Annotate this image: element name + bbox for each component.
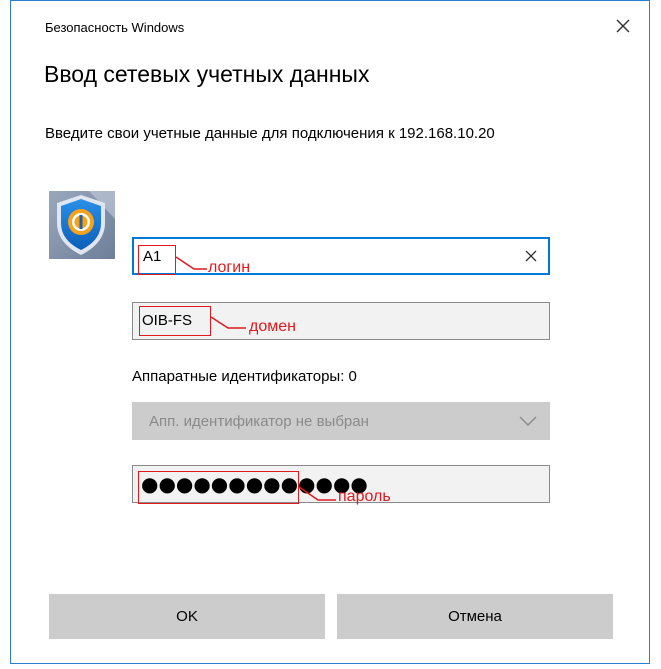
- hardware-ids-label: Аппаратные идентификаторы: 0: [132, 368, 357, 385]
- chevron-down-icon: [519, 416, 537, 426]
- hardware-id-select-value: Апп. идентификатор не выбран: [149, 413, 369, 430]
- window-title: Безопасность Windows: [45, 20, 185, 35]
- password-annotation-label: пароль: [338, 488, 391, 505]
- domain-annotation-box: [139, 306, 211, 336]
- close-icon[interactable]: [611, 14, 635, 38]
- clear-icon[interactable]: [522, 247, 540, 265]
- shield-icon: [49, 191, 115, 259]
- hardware-id-select: Апп. идентификатор не выбран: [132, 402, 550, 440]
- login-annotation-label: логин: [208, 259, 251, 276]
- login-input[interactable]: A1: [132, 237, 550, 275]
- password-annotation-box: [138, 471, 299, 504]
- login-annotation-box: [138, 245, 176, 275]
- ok-button[interactable]: OK: [49, 594, 325, 639]
- credentials-dialog: Безопасность Windows Ввод сетевых учетны…: [10, 0, 650, 664]
- cancel-button[interactable]: Отмена: [337, 594, 613, 639]
- dialog-heading: Ввод сетевых учетных данных: [44, 61, 370, 87]
- domain-annotation-label: домен: [249, 318, 296, 335]
- dialog-description: Введите свои учетные данные для подключе…: [45, 125, 495, 142]
